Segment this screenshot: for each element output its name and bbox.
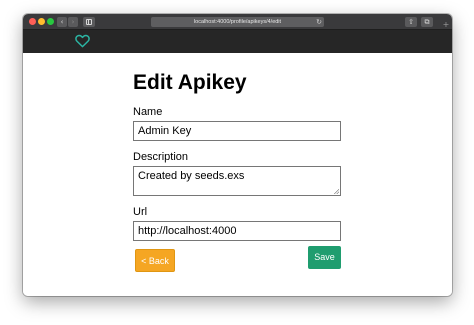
forward-arrow-icon[interactable]: › (68, 17, 78, 27)
maximize-window-button[interactable] (47, 18, 54, 25)
heart-logo-icon[interactable] (75, 34, 90, 48)
description-label: Description (133, 151, 189, 163)
url-input[interactable] (133, 221, 341, 241)
url-label: Url (133, 206, 148, 218)
back-arrow-icon[interactable]: ‹ (57, 17, 67, 27)
app-navbar (23, 30, 452, 53)
description-textarea[interactable]: Created by seeds.exs (133, 166, 341, 196)
description-value: Created by seeds.exs (138, 170, 245, 182)
page-content: Edit Apikey Name Description Created by … (23, 53, 452, 296)
minimize-window-button[interactable] (38, 18, 45, 25)
new-tab-icon[interactable]: + (442, 21, 450, 29)
browser-window: ‹ › localhost:4000/profile/apikeys/4/edi… (23, 14, 452, 296)
close-window-button[interactable] (29, 18, 36, 25)
reload-icon[interactable]: ↻ (315, 17, 323, 27)
save-button[interactable]: Save (308, 246, 341, 269)
resize-grip-icon[interactable] (334, 189, 339, 194)
name-label: Name (133, 106, 163, 118)
sidebar-toggle-icon[interactable] (83, 17, 95, 27)
address-bar[interactable]: localhost:4000/profile/apikeys/4/edit (151, 17, 324, 27)
tabs-overview-icon[interactable]: ⧉ (421, 17, 433, 27)
browser-toolbar: ‹ › localhost:4000/profile/apikeys/4/edi… (23, 14, 452, 30)
share-icon[interactable]: ⇧ (405, 17, 417, 27)
back-button[interactable]: < Back (135, 249, 175, 272)
name-input[interactable] (133, 121, 341, 141)
page-title: Edit Apikey (133, 71, 247, 94)
